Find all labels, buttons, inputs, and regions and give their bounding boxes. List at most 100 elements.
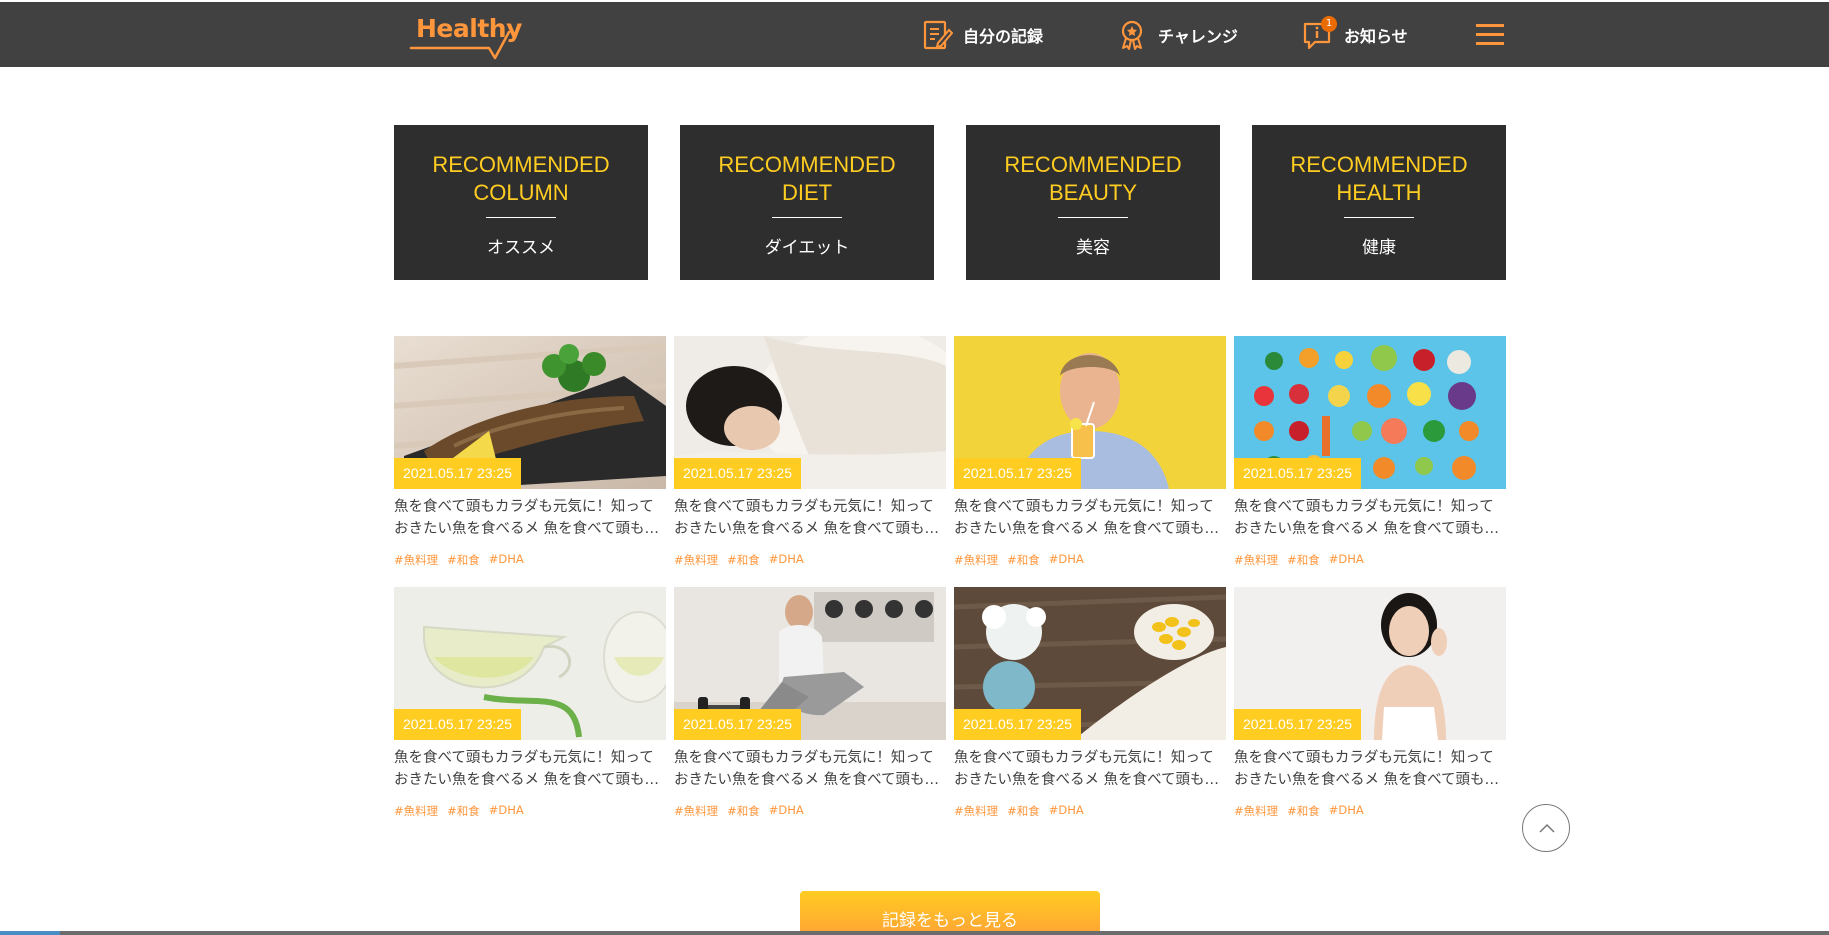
article-excerpt: 魚を食べて頭もカラダも元気に！知って おきたい魚を食べるメ 魚を食べて頭もカラダ… xyxy=(954,496,1226,540)
tag-link[interactable]: #和食 xyxy=(1007,552,1040,568)
scroll-top-button[interactable] xyxy=(1522,804,1570,852)
category-card-beauty[interactable]: RECOMMENDED BEAUTY 美容 xyxy=(966,125,1220,280)
category-title: RECOMMENDED COLUMN xyxy=(432,152,610,205)
article-date: 2021.05.17 23:25 xyxy=(954,709,1081,740)
nav-notice[interactable]: 1 お知らせ xyxy=(1302,2,1408,67)
category-card-health[interactable]: RECOMMENDED HEALTH 健康 xyxy=(1252,125,1506,280)
tag-link[interactable]: #和食 xyxy=(727,552,760,568)
category-subtitle: 美容 xyxy=(1076,238,1110,258)
info-icon: 1 xyxy=(1302,15,1337,51)
excerpt-line: おきたい魚を食べるメ 魚を食べて頭もカラダも xyxy=(394,521,666,537)
taskbar-accent xyxy=(0,931,60,935)
tag-link[interactable]: #和食 xyxy=(447,552,480,568)
article-tags: #魚料理 #和食 #DHA xyxy=(954,803,1084,819)
chevron-up-icon xyxy=(1539,823,1555,833)
article-tags: #魚料理 #和食 #DHA xyxy=(954,552,1084,568)
excerpt-line: おきたい魚を食べるメ 魚を食べて頭もカラダも xyxy=(674,772,946,788)
tag-link[interactable]: #DHA xyxy=(769,552,804,568)
excerpt-line: おきたい魚を食べるメ 魚を食べて頭もカラダも xyxy=(1234,521,1506,537)
article-excerpt: 魚を食べて頭もカラダも元気に！知って おきたい魚を食べるメ 魚を食べて頭もカラダ… xyxy=(1234,496,1506,540)
article-card[interactable]: 2021.05.17 23:25 魚を食べて頭もカラダも元気に！知って おきたい… xyxy=(394,587,666,827)
article-tags: #魚料理 #和食 #DHA xyxy=(674,803,804,819)
logo[interactable]: Healthy xyxy=(409,10,524,60)
nav-challenge[interactable]: チャレンジ xyxy=(1116,2,1238,67)
nav-my-record-label: 自分の記録 xyxy=(963,26,1044,46)
article-date: 2021.05.17 23:25 xyxy=(674,458,801,489)
excerpt-line: 魚を食べて頭もカラダも元気に！知って xyxy=(1234,499,1494,515)
category-divider xyxy=(772,217,842,218)
hamburger-menu-icon[interactable] xyxy=(1476,22,1506,48)
article-card[interactable]: 2021.05.17 23:25 魚を食べて頭もカラダも元気に！知って おきたい… xyxy=(954,587,1226,827)
article-card[interactable]: 2021.05.17 23:25 魚を食べて頭もカラダも元気に！知って おきたい… xyxy=(674,336,946,576)
category-title: RECOMMENDED DIET xyxy=(718,152,896,205)
header-inner: Healthy 自分の記録 チャレンジ 1 お知らせ xyxy=(394,2,1506,67)
article-tags: #魚料理 #和食 #DHA xyxy=(1234,803,1364,819)
category-divider xyxy=(486,217,556,218)
category-title: RECOMMENDED HEALTH xyxy=(1290,152,1468,205)
tag-link[interactable]: #魚料理 xyxy=(674,552,718,568)
article-excerpt: 魚を食べて頭もカラダも元気に！知って おきたい魚を食べるメ 魚を食べて頭もカラダ… xyxy=(674,496,946,540)
article-card[interactable]: 2021.05.17 23:25 魚を食べて頭もカラダも元気に！知って おきたい… xyxy=(954,336,1226,576)
category-card-diet[interactable]: RECOMMENDED DIET ダイエット xyxy=(680,125,934,280)
tag-link[interactable]: #和食 xyxy=(447,803,480,819)
excerpt-line: おきたい魚を食べるメ 魚を食べて頭もカラダも xyxy=(674,521,946,537)
excerpt-line: おきたい魚を食べるメ 魚を食べて頭もカラダも xyxy=(394,772,666,788)
article-date: 2021.05.17 23:25 xyxy=(1234,458,1361,489)
excerpt-line: 魚を食べて頭もカラダも元気に！知って xyxy=(674,499,934,515)
tag-link[interactable]: #魚料理 xyxy=(1234,803,1278,819)
excerpt-line: おきたい魚を食べるメ 魚を食べて頭もカラダも xyxy=(1234,772,1506,788)
tag-link[interactable]: #DHA xyxy=(489,552,524,568)
tag-link[interactable]: #和食 xyxy=(727,803,760,819)
excerpt-line: おきたい魚を食べるメ 魚を食べて頭もカラダも xyxy=(954,772,1226,788)
article-date: 2021.05.17 23:25 xyxy=(674,709,801,740)
tag-link[interactable]: #魚料理 xyxy=(394,552,438,568)
tag-link[interactable]: #DHA xyxy=(1049,803,1084,819)
article-excerpt: 魚を食べて頭もカラダも元気に！知って おきたい魚を食べるメ 魚を食べて頭もカラダ… xyxy=(1234,747,1506,791)
tag-link[interactable]: #DHA xyxy=(489,803,524,819)
tag-link[interactable]: #DHA xyxy=(1329,803,1364,819)
article-card[interactable]: 2021.05.17 23:25 魚を食べて頭もカラダも元気に！知って おきたい… xyxy=(674,587,946,827)
article-date: 2021.05.17 23:25 xyxy=(954,458,1081,489)
memo-icon xyxy=(921,19,954,51)
nav-challenge-label: チャレンジ xyxy=(1158,26,1238,46)
category-subtitle: 健康 xyxy=(1362,238,1396,258)
tag-link[interactable]: #魚料理 xyxy=(394,803,438,819)
tag-link[interactable]: #魚料理 xyxy=(954,803,998,819)
medal-icon xyxy=(1116,19,1148,51)
excerpt-line: おきたい魚を食べるメ 魚を食べて頭もカラダも xyxy=(954,521,1226,537)
excerpt-line: 魚を食べて頭もカラダも元気に！知って xyxy=(1234,750,1494,766)
category-subtitle: オススメ xyxy=(487,238,555,258)
tag-link[interactable]: #DHA xyxy=(769,803,804,819)
page: Healthy 自分の記録 チャレンジ 1 お知らせ RECOMMENDED C… xyxy=(0,0,1829,935)
category-card-column[interactable]: RECOMMENDED COLUMN オススメ xyxy=(394,125,648,280)
article-tags: #魚料理 #和食 #DHA xyxy=(394,552,524,568)
header: Healthy 自分の記録 チャレンジ 1 お知らせ xyxy=(0,2,1829,67)
tag-link[interactable]: #DHA xyxy=(1049,552,1084,568)
tag-link[interactable]: #和食 xyxy=(1287,803,1320,819)
nav-my-record[interactable]: 自分の記録 xyxy=(921,2,1043,67)
excerpt-line: 魚を食べて頭もカラダも元気に！知って xyxy=(954,499,1214,515)
tag-link[interactable]: #DHA xyxy=(1329,552,1364,568)
category-divider xyxy=(1344,217,1414,218)
tag-link[interactable]: #和食 xyxy=(1287,552,1320,568)
article-excerpt: 魚を食べて頭もカラダも元気に！知って おきたい魚を食べるメ 魚を食べて頭もカラダ… xyxy=(674,747,946,791)
article-card[interactable]: 2021.05.17 23:25 魚を食べて頭もカラダも元気に！知って おきたい… xyxy=(394,336,666,576)
article-date: 2021.05.17 23:25 xyxy=(394,458,521,489)
tag-link[interactable]: #和食 xyxy=(1007,803,1040,819)
article-excerpt: 魚を食べて頭もカラダも元気に！知って おきたい魚を食べるメ 魚を食べて頭もカラダ… xyxy=(394,496,666,540)
article-date: 2021.05.17 23:25 xyxy=(1234,709,1361,740)
tag-link[interactable]: #魚料理 xyxy=(674,803,718,819)
tag-link[interactable]: #魚料理 xyxy=(954,552,998,568)
notification-badge: 1 xyxy=(1321,15,1337,32)
recommended-categories: RECOMMENDED COLUMN オススメ RECOMMENDED DIET… xyxy=(394,125,1506,280)
tag-link[interactable]: #魚料理 xyxy=(1234,552,1278,568)
article-date: 2021.05.17 23:25 xyxy=(394,709,521,740)
article-card[interactable]: 2021.05.17 23:25 魚を食べて頭もカラダも元気に！知って おきたい… xyxy=(1234,587,1506,827)
load-more-button[interactable]: 記録をもっと見る xyxy=(800,891,1100,935)
article-card[interactable]: 2021.05.17 23:25 魚を食べて頭もカラダも元気に！知って おきたい… xyxy=(1234,336,1506,576)
article-tags: #魚料理 #和食 #DHA xyxy=(1234,552,1364,568)
article-tags: #魚料理 #和食 #DHA xyxy=(674,552,804,568)
excerpt-line: 魚を食べて頭もカラダも元気に！知って xyxy=(394,750,654,766)
excerpt-line: 魚を食べて頭もカラダも元気に！知って xyxy=(674,750,934,766)
excerpt-line: 魚を食べて頭もカラダも元気に！知って xyxy=(954,750,1214,766)
